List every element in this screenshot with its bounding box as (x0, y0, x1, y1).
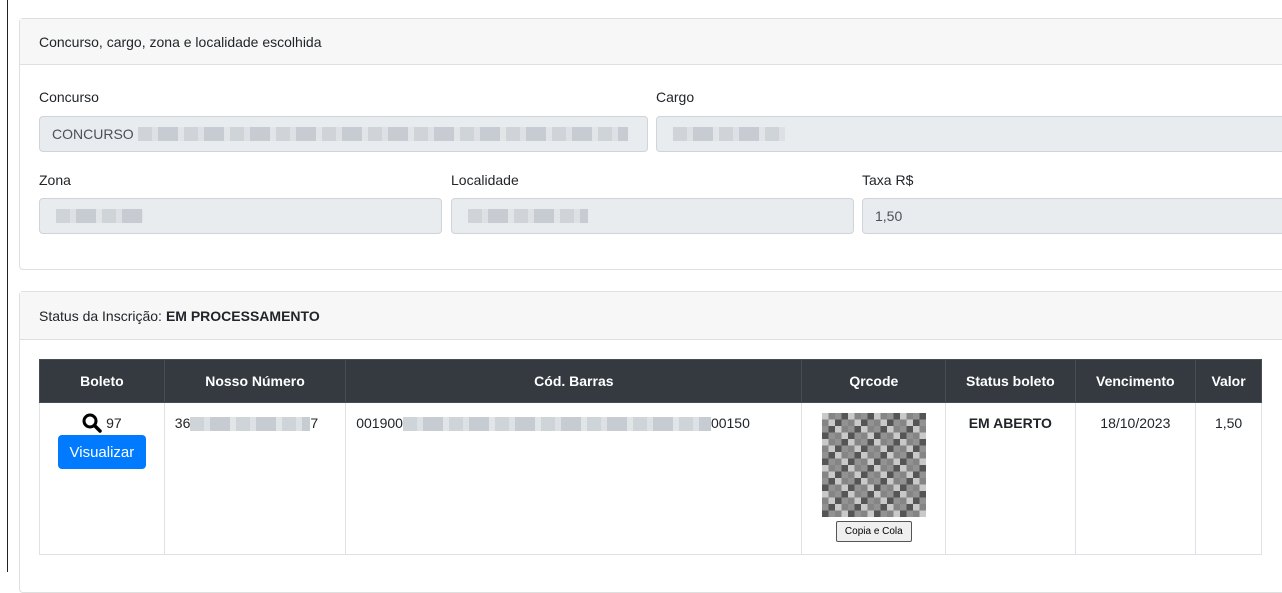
col-valor: Valor (1195, 359, 1262, 403)
zona-field (39, 198, 442, 234)
visualizar-button[interactable]: Visualizar (57, 435, 147, 469)
table-row: 97 Visualizar 36 7 001900 00150 Copia e Co… (39, 402, 1262, 555)
redacted-text (468, 209, 588, 223)
cell-nosso-numero: 36 7 (163, 402, 347, 555)
barcode-end: 00150 (710, 415, 750, 431)
selection-card: Concurso, cargo, zona e localidade escol… (19, 18, 1282, 270)
redacted-text (402, 417, 711, 432)
barcode-start: 001900 (356, 415, 403, 431)
nosso-numero-end: 7 (310, 415, 319, 431)
taxa-value: 1,50 (875, 208, 903, 224)
nosso-numero-start: 36 (174, 415, 191, 431)
localidade-field (451, 198, 854, 234)
search-icon[interactable] (82, 413, 102, 433)
status-prefix: Status da Inscrição: (39, 307, 162, 324)
cell-qrcode: Copia e Cola (801, 402, 947, 555)
col-status-boleto: Status boleto (945, 359, 1076, 403)
copia-e-cola-button[interactable]: Copia e Cola (835, 521, 912, 542)
col-cod-barras: Cód. Barras (345, 359, 803, 403)
concurso-value: CONCURSO (52, 126, 134, 142)
col-vencimento: Vencimento (1074, 359, 1197, 403)
boleto-number: 97 (106, 415, 122, 431)
cell-vencimento: 18/10/2023 (1074, 402, 1197, 555)
window-edge (7, 0, 8, 572)
redacted-text (673, 127, 785, 141)
redacted-text (190, 417, 311, 432)
table-header-row: Boleto Nosso Número Cód. Barras Qrcode S… (39, 359, 1262, 403)
selection-card-header: Concurso, cargo, zona e localidade escol… (20, 19, 1282, 65)
cell-valor: 1,50 (1195, 402, 1262, 555)
localidade-label: Localidade (451, 172, 519, 188)
concurso-label: Concurso (39, 89, 99, 105)
status-card: Status da Inscrição: EM PROCESSAMENTO Bo… (19, 291, 1282, 593)
redacted-text (56, 209, 143, 223)
qrcode-image (821, 413, 926, 517)
redacted-text (137, 127, 628, 141)
col-nosso-numero: Nosso Número (163, 359, 347, 403)
cell-status-boleto: EM ABERTO (945, 402, 1076, 555)
boleto-table: Boleto Nosso Número Cód. Barras Qrcode S… (39, 359, 1262, 555)
taxa-field: 1,50 (862, 198, 1282, 234)
cargo-field (656, 116, 1282, 152)
status-card-header: Status da Inscrição: EM PROCESSAMENTO (20, 292, 1282, 340)
col-boleto: Boleto (39, 359, 165, 403)
concurso-field: CONCURSO (39, 116, 648, 152)
selection-card-title: Concurso, cargo, zona e localidade escol… (39, 33, 322, 50)
status-value: EM PROCESSAMENTO (165, 307, 320, 324)
cargo-label: Cargo (656, 89, 695, 105)
col-qrcode: Qrcode (801, 359, 947, 403)
zona-label: Zona (39, 172, 71, 188)
cell-boleto: 97 Visualizar (39, 402, 165, 555)
cell-cod-barras: 001900 00150 (345, 402, 803, 555)
taxa-label: Taxa R$ (862, 172, 914, 188)
